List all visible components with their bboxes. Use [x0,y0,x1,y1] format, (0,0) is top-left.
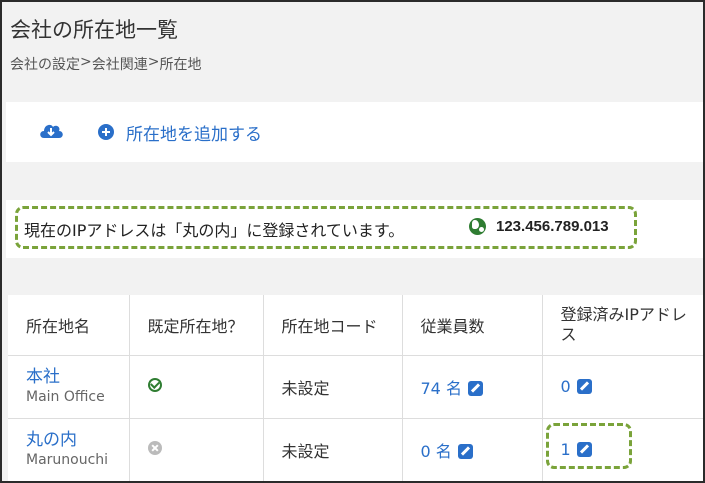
column-header-default-location: 既定所在地？ [129,295,264,356]
locations-table: 所在地名 既定所在地？ 所在地コード 従業員数 登録済みIPアドレス 本社 Ma… [8,295,703,481]
employee-count-cell: 0 名 [402,418,543,481]
location-name-cell: 本社 Main Office [8,355,130,419]
location-code-cell: 未設定 [263,355,403,419]
plus-circle-icon[interactable] [98,124,114,140]
default-location-cell [129,418,264,481]
table-row: 本社 Main Office 未設定 74 名 0 [8,355,703,419]
edit-icon[interactable] [457,443,473,459]
check-circle-icon [147,378,162,392]
table-row: 丸の内 Marunouchi 未設定 0 名 1 [8,418,703,481]
add-location-button[interactable]: 所在地を追加する [126,120,262,145]
globe-icon [469,218,486,235]
window-frame: 会社の所在地一覧 会社の設定 > 会社関連 > 所在地 所在地を追加する 現在の… [0,0,705,483]
location-code-cell: 未設定 [263,418,403,481]
employee-count-link[interactable]: 74 名 [421,379,462,398]
breadcrumb-item-company-related[interactable]: 会社関連 [92,54,148,74]
location-name-cell: 丸の内 Marunouchi [8,418,130,481]
edit-icon[interactable] [467,380,483,396]
employee-count-cell: 74 名 [402,355,543,419]
column-header-location-name: 所在地名 [8,295,130,356]
current-ip-address: 123.456.789.013 [496,218,609,235]
location-subname: Main Office [26,388,105,405]
table-header-row: 所在地名 既定所在地？ 所在地コード 従業員数 登録済みIPアドレス [8,295,703,356]
toolbar: 所在地を追加する [6,102,703,162]
edit-icon[interactable] [576,442,592,457]
breadcrumb-separator: > [80,54,92,70]
location-name-link[interactable]: 丸の内 [26,430,129,450]
ip-notice-text: 現在のIPアドレスは「丸の内」に登録されています。 [24,221,405,240]
column-header-location-code: 所在地コード [263,295,403,356]
employee-count-link[interactable]: 0 名 [421,442,452,461]
x-circle-icon [147,441,162,455]
page-title: 会社の所在地一覧 [10,18,178,42]
cloud-download-icon[interactable] [38,120,64,140]
breadcrumb-item-company-settings[interactable]: 会社の設定 [10,54,80,74]
breadcrumb: 会社の設定 > 会社関連 > 所在地 [10,54,201,74]
registered-ips-link[interactable]: 0 [561,377,571,396]
edit-icon[interactable] [576,379,592,394]
registered-ips-link[interactable]: 1 [561,440,571,459]
default-location-cell [129,355,264,419]
registered-ips-cell: 1 [542,418,703,481]
column-header-registered-ips: 登録済みIPアドレス [542,295,703,356]
breadcrumb-separator: > [147,54,160,70]
location-name-link[interactable]: 本社 [26,367,129,387]
registered-ips-cell: 0 [542,355,703,419]
location-subname: Marunouchi [26,451,109,468]
breadcrumb-item-locations: 所在地 [159,57,202,73]
column-header-employee-count: 従業員数 [402,295,543,356]
ip-notice-bar: 現在のIPアドレスは「丸の内」に登録されています。 123.456.789.01… [6,200,703,258]
